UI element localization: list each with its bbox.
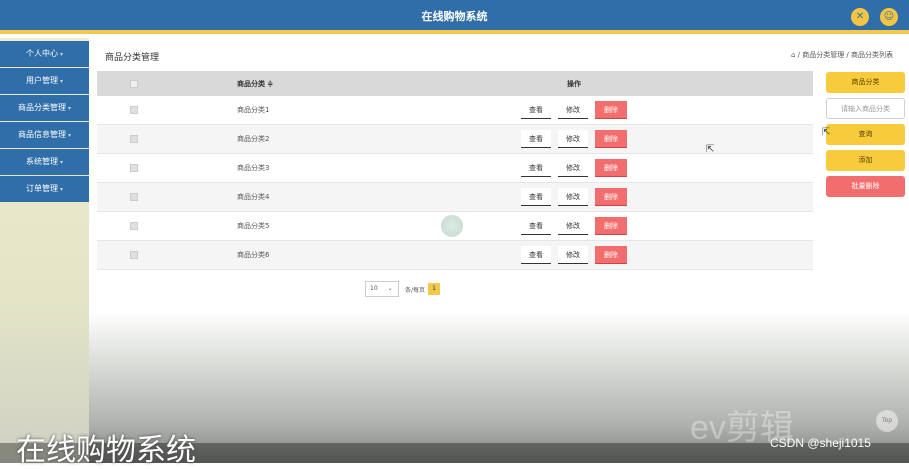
- sidebar-item-category[interactable]: 商品分类管理 ▾: [0, 95, 89, 121]
- mouse-cursor-icon: ⇱: [822, 127, 831, 138]
- table-header: 商品分类 ≑ 操作: [97, 71, 813, 96]
- sidebar-item-label: 用户管理: [25, 76, 58, 85]
- row-name: 商品分类2: [237, 135, 270, 143]
- delete-button[interactable]: 删除: [595, 217, 627, 235]
- page-size-select[interactable]: 10 ⌄: [365, 281, 399, 297]
- delete-button[interactable]: 删除: [595, 159, 627, 177]
- row-checkbox[interactable]: [130, 164, 138, 172]
- column-header-ops: 操作: [567, 79, 581, 88]
- back-to-top-button[interactable]: Top: [876, 410, 898, 432]
- chevron-down-icon: ▾: [59, 78, 63, 85]
- view-button[interactable]: 查看: [521, 217, 551, 235]
- sidebar: 个人中心 ▾ 用户管理 ▾ 商品分类管理 ▾ 商品信息管理 ▾ 系统管理 ▾ 订单管理 ▾: [0, 38, 89, 463]
- chevron-down-icon: ⌄: [387, 285, 393, 292]
- table-row: 商品分类4 查看 修改 删除: [97, 183, 813, 212]
- row-name: 商品分类5: [237, 222, 270, 230]
- view-button[interactable]: 查看: [521, 130, 551, 148]
- sidebar-item-label: 商品信息管理: [17, 130, 66, 139]
- table-row: 商品分类6 查看 修改 删除: [97, 241, 813, 270]
- sidebar-item-system[interactable]: 系统管理 ▾: [0, 149, 89, 175]
- edit-button[interactable]: 修改: [558, 217, 588, 235]
- view-button[interactable]: 查看: [521, 159, 551, 177]
- edit-button[interactable]: 修改: [558, 246, 588, 264]
- sidebar-item-users[interactable]: 用户管理 ▾: [0, 68, 89, 94]
- row-checkbox[interactable]: [130, 222, 138, 230]
- table-row: 商品分类3 查看 修改 删除: [97, 154, 813, 183]
- sidebar-item-products[interactable]: 商品信息管理 ▾: [0, 122, 89, 148]
- category-table: 商品分类 ≑ 操作 商品分类1 查看 修改 删除 商品分类2 查看 修改 删除 …: [97, 71, 813, 270]
- sidebar-item-label: 商品分类管理: [17, 103, 66, 112]
- sidebar-item-profile[interactable]: 个人中心 ▾: [0, 41, 89, 67]
- csdn-watermark: CSDN @sheji1015: [770, 436, 871, 450]
- sidebar-item-label: 个人中心: [25, 49, 58, 58]
- batch-delete-button[interactable]: 批量删除: [826, 176, 905, 197]
- app-title: 在线购物系统: [421, 10, 488, 23]
- row-name: 商品分类6: [237, 251, 270, 259]
- select-all-checkbox[interactable]: [130, 79, 138, 88]
- row-checkbox[interactable]: [130, 106, 138, 114]
- column-header-name[interactable]: 商品分类 ≑: [237, 79, 273, 89]
- delete-button[interactable]: 删除: [595, 246, 627, 264]
- breadcrumb: ⌂ / 商品分类管理 / 商品分类列表: [790, 51, 893, 59]
- sidebar-item-label: 系统管理: [25, 157, 58, 166]
- delete-button[interactable]: 删除: [595, 101, 627, 119]
- edit-button[interactable]: 修改: [558, 101, 588, 119]
- per-page-label: 条/每页: [405, 287, 426, 294]
- row-name: 商品分类1: [237, 106, 270, 114]
- delete-button[interactable]: 删除: [595, 130, 627, 148]
- view-button[interactable]: 查看: [521, 101, 551, 119]
- row-name: 商品分类3: [237, 164, 270, 172]
- sidebar-item-label: 订单管理: [25, 184, 58, 193]
- page-number-current[interactable]: 1: [428, 283, 440, 295]
- table-row: 商品分类1 查看 修改 删除: [97, 96, 813, 125]
- row-checkbox[interactable]: [130, 251, 138, 259]
- view-button[interactable]: 查看: [521, 188, 551, 206]
- expand-icon[interactable]: ✕: [851, 8, 869, 26]
- edit-button[interactable]: 修改: [558, 188, 588, 206]
- mouse-cursor-icon: ⇱: [706, 144, 715, 155]
- main-content: 商品分类管理 ⌂ / 商品分类管理 / 商品分类列表 商品分类 ≑ 操作 商品分…: [89, 38, 909, 313]
- loading-spinner-icon: [441, 215, 463, 237]
- page-title: 商品分类管理: [105, 53, 160, 63]
- chevron-down-icon: ▾: [67, 132, 71, 139]
- row-checkbox[interactable]: [130, 193, 138, 201]
- user-icon[interactable]: ☺: [880, 8, 898, 26]
- add-button[interactable]: 添加: [826, 150, 905, 171]
- row-checkbox[interactable]: [130, 135, 138, 143]
- edit-button[interactable]: 修改: [558, 159, 588, 177]
- view-button[interactable]: 查看: [521, 246, 551, 264]
- category-search-input[interactable]: 请输入商品分类: [826, 98, 905, 119]
- chevron-down-icon: ▾: [67, 105, 71, 112]
- chevron-down-icon: ▾: [59, 51, 63, 58]
- top-bar: 在线购物系统 ✕ ☺: [0, 0, 909, 34]
- row-name: 商品分类4: [237, 193, 270, 201]
- video-title-overlay: 在线购物系统: [16, 433, 196, 468]
- query-button[interactable]: 查询: [826, 124, 905, 145]
- edit-button[interactable]: 修改: [558, 130, 588, 148]
- category-label-button[interactable]: 商品分类: [826, 72, 905, 93]
- chevron-down-icon: ▾: [59, 159, 63, 166]
- sidebar-item-orders[interactable]: 订单管理 ▾: [0, 176, 89, 202]
- chevron-down-icon: ▾: [59, 186, 63, 193]
- delete-button[interactable]: 删除: [595, 188, 627, 206]
- page-size-value: 10: [370, 285, 378, 292]
